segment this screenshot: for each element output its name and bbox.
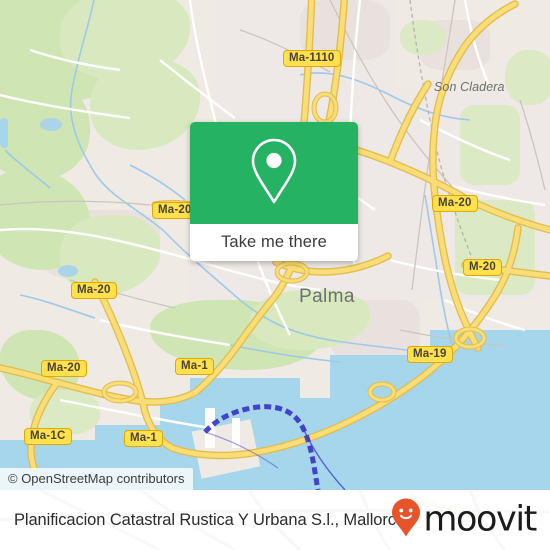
take-me-there-button[interactable]: Take me there (190, 224, 358, 261)
road-shield-ma-1-west: Ma-1 (175, 358, 215, 375)
moovit-map-screen: Palma Son Cladera Ma-1110 Ma-20 Ma-20 M-… (0, 0, 550, 550)
road-shield-ma-20-northwest: Ma-20 (71, 282, 117, 299)
road-shield-ma-1-south: Ma-1 (124, 430, 164, 447)
moovit-smiley-pin-icon (391, 498, 421, 543)
road-shield-ma-19: Ma-19 (407, 346, 453, 363)
place-title: Planificacion Catastral Rustica Y Urbana… (14, 510, 405, 529)
footer-bar: Planificacion Catastral Rustica Y Urbana… (0, 490, 550, 550)
place-label-palma: Palma (299, 286, 355, 307)
moovit-wordmark: moovit (423, 499, 537, 540)
road-shield-ma-1c: Ma-1C (24, 428, 72, 445)
map-pin-icon (247, 136, 301, 211)
take-me-there-card[interactable]: Take me there (190, 122, 358, 261)
osm-attribution[interactable]: © OpenStreetMap contributors (0, 468, 193, 490)
road-shield-m-20: M-20 (463, 259, 503, 276)
card-pin-area (190, 122, 358, 224)
road-shield-ma-20-east: Ma-20 (432, 195, 478, 212)
road-shield-ma-20-southwest: Ma-20 (41, 360, 87, 377)
moovit-logo[interactable]: moovit (391, 498, 537, 543)
place-label-son-cladera: Son Cladera (434, 80, 505, 94)
road-shield-ma-1110: Ma-1110 (283, 50, 341, 67)
